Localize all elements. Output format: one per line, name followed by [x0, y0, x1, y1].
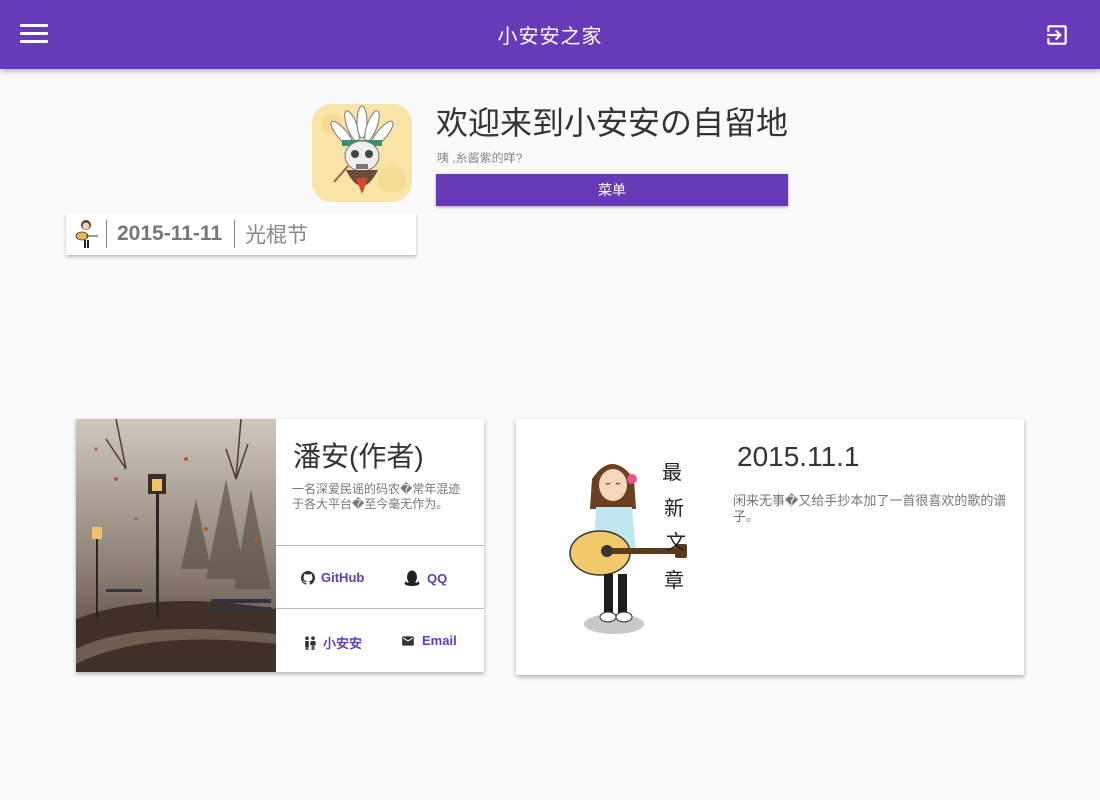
- guitar-girl-mini-icon: [72, 218, 100, 250]
- welcome-subtitle: 咦 ,糸酱紫的咩?: [437, 151, 523, 165]
- guitar-girl-illustration: 最 新 文 章: [552, 449, 692, 649]
- qq-link[interactable]: QQ: [403, 569, 447, 587]
- xiaoanan-link-label: 小安安: [323, 636, 363, 651]
- banner-holiday: 光棍节: [245, 224, 309, 247]
- qq-link-label: QQ: [427, 570, 448, 586]
- art-char-1: 最: [662, 460, 682, 484]
- email-link[interactable]: Email: [400, 633, 457, 648]
- article-date: 2015.11.1: [737, 441, 860, 472]
- author-card: 潘安(作者) 一名深爱民谣的码农�常年混迹于各大平台�至今毫无作为。 GitHu…: [76, 419, 484, 672]
- qq-penguin-icon: [404, 570, 420, 586]
- github-link[interactable]: GitHub: [301, 570, 364, 585]
- xiaoanan-link[interactable]: 小安安: [303, 633, 362, 652]
- art-char-2: 新: [664, 496, 684, 520]
- date-banner: 2015-11-11 光棍节: [66, 213, 416, 255]
- exit-icon[interactable]: [1044, 22, 1070, 48]
- mail-icon: [402, 635, 414, 646]
- hamburger-menu-icon[interactable]: [19, 22, 49, 46]
- app-bar: 小安安之家: [0, 0, 1100, 69]
- app-title: 小安安之家: [497, 26, 603, 48]
- autumn-park-image: [76, 419, 276, 672]
- people-icon: [305, 635, 316, 650]
- author-bio: 一名深爱民谣的码农�常年混迹于各大平台�至今毫无作为。: [292, 482, 461, 511]
- email-link-label: Email: [422, 633, 457, 648]
- menu-button[interactable]: 菜单: [436, 174, 788, 206]
- author-name: 潘安(作者): [293, 441, 424, 472]
- github-icon: [301, 570, 315, 585]
- github-link-label: GitHub: [321, 570, 365, 585]
- art-char-3: 文: [666, 530, 686, 554]
- art-char-4: 章: [664, 568, 684, 592]
- latest-article-card[interactable]: 最 新 文 章 2015.11.1 闲来无事�又给手抄本加了一首很喜欢的歌的谱子…: [516, 419, 1024, 675]
- article-description: 闲来无事�又给手抄本加了一首很喜欢的歌的谱子。: [733, 493, 1007, 524]
- banner-date: 2015-11-11: [117, 222, 223, 245]
- welcome-heading: 欢迎来到小安安の自留地: [436, 105, 789, 141]
- avatar: [312, 104, 412, 202]
